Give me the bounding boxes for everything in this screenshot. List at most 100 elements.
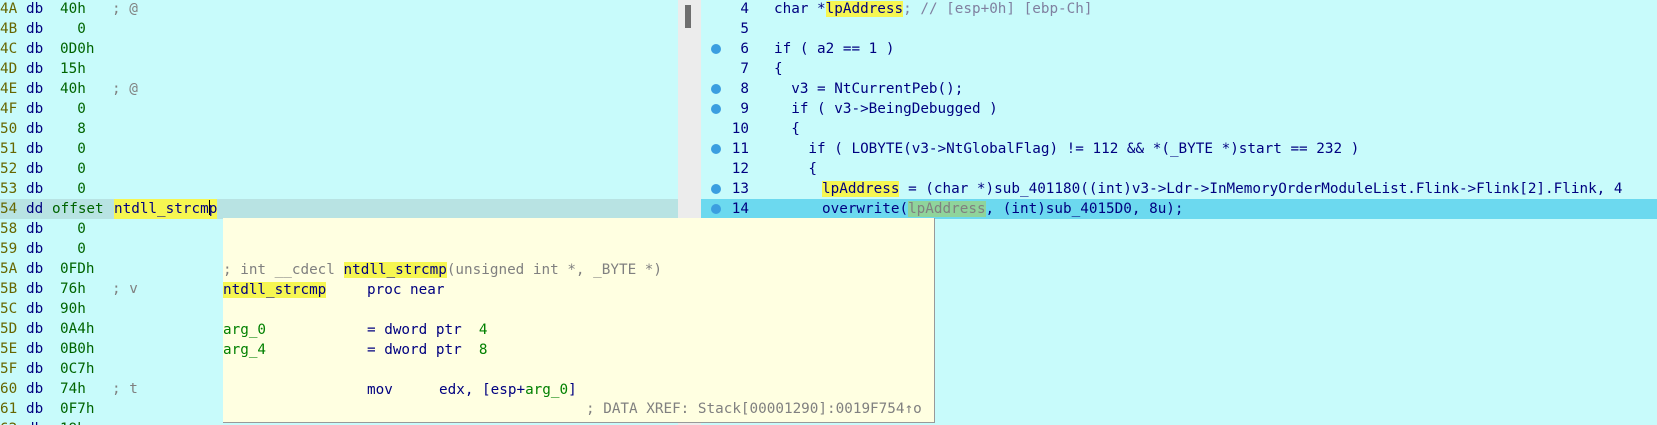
row-mnemonic: db — [26, 121, 44, 137]
code-line[interactable]: 7{ — [701, 59, 1657, 79]
line-number: 9 — [740, 101, 749, 117]
scrollbar-thumb[interactable] — [685, 5, 691, 28]
row-operand: 0B0h — [60, 341, 95, 357]
row-address: 5A — [0, 261, 18, 277]
row-address: 51 — [0, 141, 18, 157]
code-fragment: { — [774, 161, 818, 177]
row-address: 5D — [0, 321, 18, 337]
code-comment: ; // [esp+0h] [ebp-Ch] — [903, 1, 1093, 17]
row-operand-name[interactable]: ntdll_strcmp — [114, 199, 218, 219]
row-operand: 0 — [60, 221, 86, 237]
row-address: 4E — [0, 81, 18, 97]
code-line-current[interactable]: 14 overwrite(lpAddress, (int)sub_4015D0, … — [701, 199, 1657, 219]
disasm-row[interactable]: 53 db 0 — [0, 179, 678, 199]
code-text: { — [774, 59, 783, 79]
code-line[interactable]: 11 if ( LOBYTE(v3->NtGlobalFlag) != 112 … — [701, 139, 1657, 159]
breakpoint-dot[interactable] — [711, 184, 721, 194]
highlighted-identifier: lpAddress — [908, 201, 986, 217]
row-address: 4F — [0, 101, 18, 117]
highlighted-identifier: lpAddress — [822, 181, 900, 197]
row-operand: 90h — [60, 301, 86, 317]
row-mnemonic: db — [26, 161, 44, 177]
row-mnemonic: db — [26, 61, 44, 77]
disasm-row[interactable]: 52 db 0 — [0, 159, 678, 179]
row-operand: 0 — [60, 141, 86, 157]
row-mnemonic: db — [26, 221, 44, 237]
breakpoint-dot[interactable] — [711, 44, 721, 54]
tooltip-xref-comment: ; DATA XREF: Stack[00001290]:0019F754↑o — [586, 401, 922, 417]
code-fragment: { — [774, 61, 783, 77]
code-fragment: { — [774, 121, 800, 137]
highlighted-identifier: lpAddress — [825, 1, 904, 17]
row-address: 4C — [0, 41, 18, 57]
row-comment: ; @ — [112, 81, 138, 97]
row-address: 4B — [0, 21, 18, 37]
breakpoint-dot[interactable] — [711, 104, 721, 114]
row-address: 4A — [0, 1, 18, 17]
function-preview-tooltip: ; int __cdecl ntdll_strcmp(unsigned int … — [223, 218, 935, 423]
row-address: 4D — [0, 61, 18, 77]
disasm-row[interactable]: 4E db 40h ; @ — [0, 79, 678, 99]
row-mnemonic: db — [26, 141, 44, 157]
code-line[interactable]: 12 { — [701, 159, 1657, 179]
code-text: overwrite(lpAddress, (int)sub_4015D0, 8u… — [822, 199, 1184, 219]
code-line[interactable]: 4 char *lpAddress; // [esp+0h] [ebp-Ch] — [701, 0, 1657, 19]
code-fragment: = (char *)sub_401180((int)v3->Ldr->InMem… — [899, 181, 1623, 197]
row-address: 61 — [0, 401, 18, 417]
row-address: 50 — [0, 121, 18, 137]
row-operand: 0 — [60, 241, 86, 257]
row-operand: 0 — [60, 161, 86, 177]
row-address: 5E — [0, 341, 18, 357]
row-operand: 0 — [60, 101, 86, 117]
line-number: 13 — [731, 181, 749, 197]
breakpoint-dot[interactable] — [711, 84, 721, 94]
row-mnemonic: db — [26, 401, 44, 417]
code-line[interactable]: 6 if ( a2 == 1 ) — [701, 39, 1657, 59]
code-fragment: if ( LOBYTE(v3->NtGlobalFlag) != 112 && … — [774, 141, 1360, 157]
row-mnemonic: db — [26, 419, 43, 425]
row-operand: 15h — [60, 61, 86, 77]
code-fragment: , (int)sub_4015D0, 8u); — [985, 201, 1184, 217]
disasm-row-selected[interactable]: 54 dd offset ntdll_strcmp — [0, 199, 678, 219]
line-number: 14 — [731, 201, 749, 217]
row-address: 60 — [0, 381, 18, 397]
row-operand: 0C7h — [60, 361, 95, 377]
code-fragment: if ( a2 == 1 ) — [774, 41, 895, 57]
row-mnemonic: db — [26, 21, 44, 37]
code-line[interactable]: 10 { — [701, 119, 1657, 139]
disasm-row[interactable]: 50 db 8 — [0, 119, 678, 139]
disasm-row[interactable]: 4C db 0D0h — [0, 39, 678, 59]
disasm-row[interactable]: 4D db 15h — [0, 59, 678, 79]
row-mnemonic: db — [26, 301, 44, 317]
row-address: 62 — [0, 419, 17, 425]
code-line[interactable]: 5 — [701, 19, 1657, 39]
breakpoint-dot[interactable] — [711, 204, 721, 214]
row-address: 5F — [0, 361, 18, 377]
row-mnemonic: db — [26, 241, 44, 257]
disasm-row[interactable]: 51 db 0 — [0, 139, 678, 159]
disasm-row[interactable]: 4B db 0 — [0, 19, 678, 39]
code-text: if ( a2 == 1 ) — [774, 39, 895, 59]
row-comment: ; t — [112, 381, 138, 397]
row-mnemonic: db — [26, 81, 44, 97]
row-address: 5B — [0, 281, 18, 297]
line-number: 10 — [731, 121, 749, 137]
disasm-row[interactable]: 4F db 0 — [0, 99, 678, 119]
row-address: 58 — [0, 221, 18, 237]
row-comment: ; v — [112, 281, 138, 297]
tooltip-declaration: ; int __cdecl ntdll_strcmp(unsigned int … — [223, 262, 662, 278]
row-operand: 0 — [60, 21, 86, 37]
disasm-row[interactable]: 4A db 40h ; @ — [0, 0, 678, 19]
row-mnemonic: db — [26, 1, 44, 17]
row-mnemonic: db — [26, 341, 44, 357]
line-number: 6 — [740, 41, 749, 57]
code-line[interactable]: 13 lpAddress = (char *)sub_401180((int)v3… — [701, 179, 1657, 199]
code-text: { — [774, 159, 817, 179]
row-operand: 0FDh — [60, 261, 95, 277]
code-line[interactable]: 9 if ( v3->BeingDebugged ) — [701, 99, 1657, 119]
breakpoint-dot[interactable] — [711, 144, 721, 154]
code-line[interactable]: 8 v3 = NtCurrentPeb(); — [701, 79, 1657, 99]
code-text: char *lpAddress; // [esp+0h] [ebp-Ch] — [774, 0, 1093, 19]
tooltip-proc-line: ntdll_strcmp proc near — [223, 282, 445, 298]
row-mnemonic: db — [26, 381, 44, 397]
